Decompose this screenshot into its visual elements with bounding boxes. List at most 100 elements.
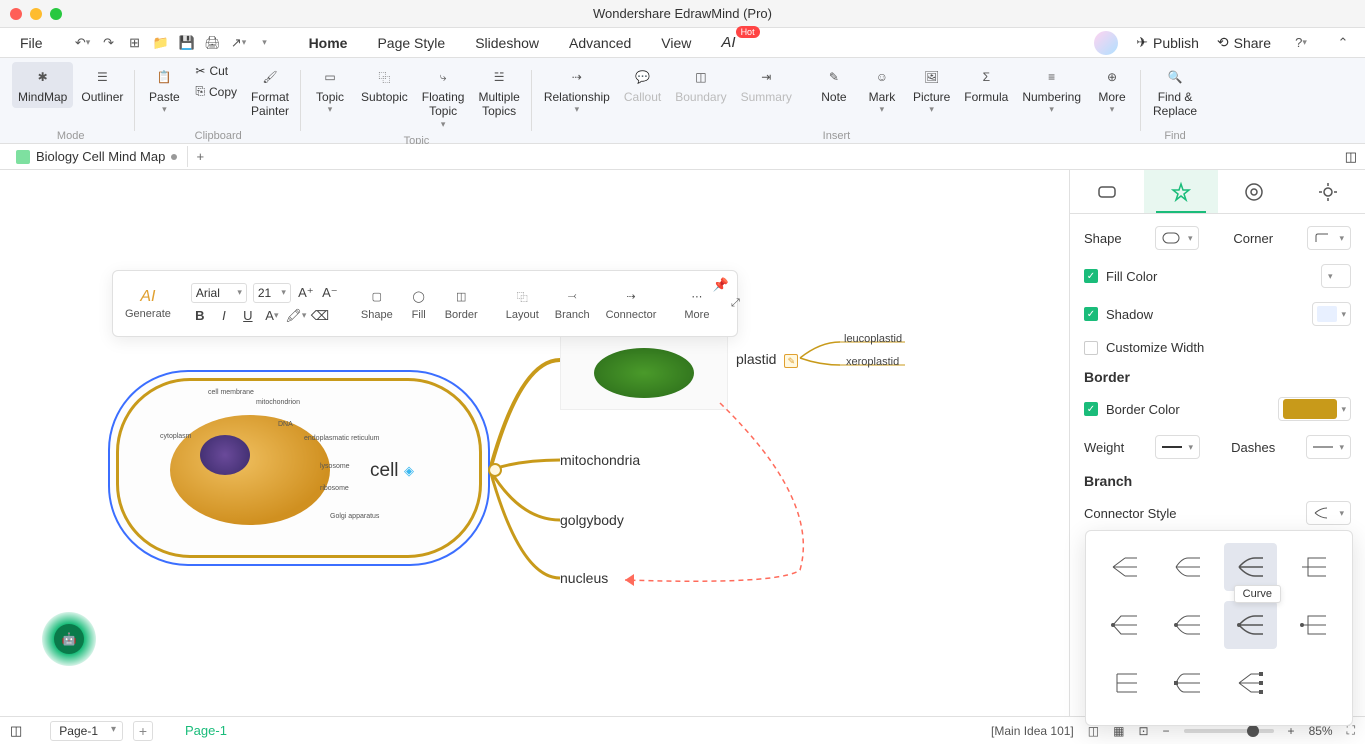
highlight-button[interactable]: 🖍▾ — [287, 307, 305, 325]
ft-more[interactable]: ⋯More — [678, 287, 715, 321]
doctab-biology[interactable]: Biology Cell Mind Map — [6, 146, 188, 167]
share-button[interactable]: ⟲ Share — [1217, 34, 1271, 51]
shape-dropdown[interactable]: ▾ — [1155, 226, 1199, 250]
canvas[interactable]: AI Generate Arial▾ 21▾ A⁺ A⁻ B I U A▾ 🖍▾… — [0, 170, 1069, 716]
paste-button[interactable]: 📋 Paste ▾ — [141, 62, 187, 119]
ft-connector[interactable]: ⇢Connector — [600, 287, 663, 321]
publish-button[interactable]: ✈ Publish — [1136, 34, 1199, 51]
collapse-ribbon[interactable]: ⌃ — [1331, 31, 1355, 55]
ft-generate[interactable]: AI Generate — [121, 288, 175, 320]
conn-style-11[interactable] — [1224, 659, 1277, 707]
callout-button[interactable]: 💬Callout — [618, 62, 667, 108]
conn-style-6[interactable] — [1161, 601, 1214, 649]
tab-view[interactable]: View — [647, 31, 705, 55]
new-button[interactable]: ⊞ — [123, 31, 147, 55]
node-nucleus[interactable]: nucleus — [560, 570, 608, 586]
open-button[interactable]: 📁 — [149, 31, 173, 55]
ft-layout[interactable]: ⿻Layout — [500, 287, 545, 321]
export-button[interactable]: ↗▾ — [227, 31, 251, 55]
user-avatar[interactable] — [1094, 31, 1118, 55]
cut-button[interactable]: ✂ Cut — [189, 62, 243, 80]
ft-fill[interactable]: ◯Fill — [403, 287, 435, 321]
node-xeroplastid[interactable]: xeroplastid — [846, 356, 899, 368]
underline-button[interactable]: U — [239, 307, 257, 325]
boundary-button[interactable]: ◫Boundary — [669, 62, 732, 108]
formula-button[interactable]: ΣFormula — [958, 62, 1014, 108]
shadow-checkbox[interactable]: ✓ — [1084, 307, 1098, 321]
fill-color-dropdown[interactable]: ▾ — [1321, 264, 1351, 288]
picture-button[interactable]: 🖼Picture▾ — [907, 62, 956, 119]
more-icon[interactable]: ▾ — [253, 31, 277, 55]
rp-tab-page[interactable] — [1218, 170, 1292, 213]
multiple-topics-button[interactable]: ☱Multiple Topics — [472, 62, 525, 123]
close-window[interactable] — [10, 8, 22, 20]
tab-ai[interactable]: AI Hot — [707, 30, 749, 55]
panel-toggle[interactable]: ◫ — [1345, 149, 1357, 165]
relationship-arrow[interactable] — [620, 400, 840, 590]
corner-dropdown[interactable]: ▾ — [1307, 226, 1351, 250]
conn-style-4[interactable] — [1287, 543, 1340, 591]
maximize-window[interactable] — [50, 8, 62, 20]
font-increase[interactable]: A⁺ — [297, 284, 315, 302]
numbering-button[interactable]: ≡Numbering▾ — [1016, 62, 1087, 119]
note-indicator-icon[interactable]: ✎ — [784, 354, 798, 368]
ft-border[interactable]: ◫Border — [439, 287, 484, 321]
collapse-handle[interactable] — [488, 463, 502, 477]
pin-icon[interactable]: 📌 — [713, 277, 729, 293]
conn-style-1[interactable] — [1098, 543, 1151, 591]
dashes-dropdown[interactable]: ▾ — [1306, 435, 1351, 459]
ai-assistant-button[interactable]: 🤖 — [42, 612, 96, 666]
note-button[interactable]: ✎Note — [811, 62, 857, 108]
help-button[interactable]: ?▾ — [1289, 31, 1313, 55]
tab-home[interactable]: Home — [295, 31, 362, 55]
tab-advanced[interactable]: Advanced — [555, 31, 645, 55]
rp-tab-topic[interactable] — [1070, 170, 1144, 213]
undo-button[interactable]: ↶▾ — [71, 31, 95, 55]
file-menu[interactable]: File — [10, 31, 53, 55]
relationship-button[interactable]: ⇢Relationship▾ — [538, 62, 616, 119]
ft-branch[interactable]: ⤙Branch — [549, 287, 596, 321]
save-button[interactable]: 💾 — [175, 31, 199, 55]
conn-style-9[interactable] — [1098, 659, 1151, 707]
minimize-window[interactable] — [30, 8, 42, 20]
font-color-button[interactable]: A▾ — [263, 307, 281, 325]
find-replace-button[interactable]: 🔍Find & Replace — [1147, 62, 1203, 123]
add-page-button[interactable]: + — [133, 721, 153, 741]
mindmap-button[interactable]: ✱ MindMap — [12, 62, 73, 108]
zoom-slider[interactable] — [1184, 729, 1274, 733]
rp-tab-style[interactable] — [1144, 170, 1218, 213]
font-select[interactable]: Arial▾ — [191, 283, 247, 303]
node-plastid[interactable]: plastid ✎ — [736, 351, 798, 368]
cell-label[interactable]: cell — [370, 460, 399, 482]
conn-style-3-curve[interactable]: Curve — [1224, 543, 1277, 591]
print-button[interactable]: 🖨 — [201, 31, 225, 55]
shadow-color-dropdown[interactable]: ▾ — [1312, 302, 1351, 326]
chloroplast-image[interactable] — [560, 335, 728, 410]
redo-button[interactable]: ↷ — [97, 31, 121, 55]
weight-dropdown[interactable]: ▾ — [1155, 435, 1200, 459]
floating-topic-button[interactable]: ⤷Floating Topic▾ — [416, 62, 471, 134]
border-color-checkbox[interactable]: ✓ — [1084, 402, 1098, 416]
fill-color-checkbox[interactable]: ✓ — [1084, 269, 1098, 283]
format-painter-button[interactable]: 🖌 Format Painter — [245, 62, 295, 123]
customize-width-checkbox[interactable] — [1084, 341, 1098, 355]
tab-slideshow[interactable]: Slideshow — [461, 31, 553, 55]
page-tab-1[interactable]: Page-1 — [177, 721, 235, 740]
rp-tab-settings[interactable] — [1291, 170, 1365, 213]
cell-topic-icon[interactable]: ◈ — [404, 463, 420, 479]
ft-shape[interactable]: ▢Shape — [355, 287, 399, 321]
more-insert-button[interactable]: ⊕More▾ — [1089, 62, 1135, 119]
font-decrease[interactable]: A⁻ — [321, 284, 339, 302]
ft-expand[interactable]: ⤢ — [719, 294, 751, 314]
node-leucoplastid[interactable]: leucoplastid — [844, 333, 902, 345]
conn-style-8[interactable] — [1287, 601, 1340, 649]
summary-button[interactable]: ⇥Summary — [735, 62, 798, 108]
conn-style-7[interactable] — [1224, 601, 1277, 649]
outline-icon[interactable]: ◫ — [10, 723, 22, 739]
tab-page-style[interactable]: Page Style — [363, 31, 459, 55]
page-selector[interactable]: Page-1 — [50, 721, 123, 741]
connector-style-dropdown[interactable]: ▾ — [1306, 501, 1351, 525]
bold-button[interactable]: B — [191, 307, 209, 325]
conn-style-10[interactable] — [1161, 659, 1214, 707]
add-tab-button[interactable]: + — [188, 149, 212, 164]
